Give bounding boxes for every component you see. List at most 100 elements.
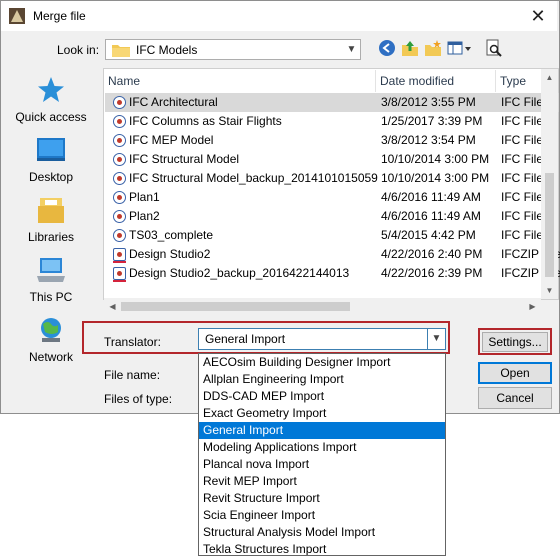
close-icon: ✕ <box>530 6 546 26</box>
chevron-down-icon[interactable]: ▼ <box>343 40 360 59</box>
file-name: TS03_complete <box>129 228 214 242</box>
ifc-file-icon <box>113 172 126 185</box>
column-divider[interactable] <box>375 70 376 92</box>
scroll-down-arrow-icon[interactable]: ▼ <box>541 282 558 299</box>
ifc-file-icon <box>113 96 126 109</box>
network-icon <box>36 316 66 344</box>
place-libraries[interactable]: Libraries <box>6 196 96 252</box>
ifc-file-icon <box>113 115 126 128</box>
translator-dropdown[interactable]: General Import ▼ <box>198 328 446 350</box>
place-label: Desktop <box>28 170 74 184</box>
window-title: Merge file <box>33 9 86 23</box>
scroll-thumb[interactable] <box>545 173 554 277</box>
close-button[interactable]: ✕ <box>521 3 555 29</box>
file-row[interactable]: IFC Columns as Stair Flights 1/25/2017 3:… <box>105 112 559 131</box>
ifc-file-icon <box>113 210 126 223</box>
look-in-dropdown[interactable]: IFC Models ▼ <box>105 39 361 60</box>
scroll-thumb[interactable] <box>121 302 350 311</box>
file-row[interactable]: Plan2 4/6/2016 11:49 AM IFC Files <box>105 207 559 226</box>
place-label: Libraries <box>27 230 75 244</box>
file-row[interactable]: Design Studio24/22/2016 2:40 PMIFCZIP Fi… <box>105 245 560 264</box>
settings-button[interactable]: Settings... <box>482 332 548 352</box>
chevron-down-icon[interactable]: ▼ <box>427 329 445 349</box>
file-name: Plan2 <box>129 209 160 223</box>
file-date: 4/6/2016 11:49 AM <box>381 209 481 223</box>
translator-label: Translator: <box>104 335 161 349</box>
ifc-file-icon <box>113 134 126 147</box>
file-name: IFC Architectural <box>129 95 218 109</box>
translator-options-list[interactable]: AECOsim Building Designer Import Allplan … <box>198 353 446 556</box>
translator-option[interactable]: General Import <box>199 422 445 439</box>
file-row[interactable]: Design Studio2_backup_2016422144013 4/22/… <box>105 264 560 283</box>
place-this-pc[interactable]: This PC <box>6 256 96 312</box>
computer-icon <box>36 256 66 284</box>
star-icon <box>36 76 66 104</box>
open-button[interactable]: Open <box>478 362 552 384</box>
file-name: Design Studio2 <box>129 247 211 261</box>
files-of-type-label: Files of type: <box>104 392 173 406</box>
column-header-date[interactable]: Date modified <box>380 70 454 92</box>
app-icon <box>9 8 25 24</box>
horizontal-scrollbar[interactable]: ◀ ▶ <box>104 298 541 315</box>
translator-option[interactable]: DDS-CAD MEP Import <box>199 388 445 405</box>
file-name: Design Studio2_backup_2016422144013 <box>129 266 350 280</box>
file-name: IFC Structural Model_backup_201410101505… <box>129 171 378 185</box>
ifc-file-icon <box>113 229 126 242</box>
ifc-file-icon <box>113 153 126 166</box>
translator-option[interactable]: Exact Geometry Import <box>199 405 445 422</box>
ifc-file-icon <box>113 191 126 204</box>
title-bar[interactable]: Merge file ✕ <box>1 1 557 31</box>
column-header-name[interactable]: Name <box>108 70 140 92</box>
file-row[interactable]: Plan1 4/6/2016 11:49 AM IFC Files <box>105 188 559 207</box>
translator-option[interactable]: Structural Analysis Model Import <box>199 524 445 541</box>
file-date: 5/4/2015 4:42 PM <box>381 228 476 242</box>
file-row[interactable]: TS03_complete 5/4/2015 4:42 PM IFC Files <box>105 226 559 245</box>
file-name-label: File name: <box>104 368 161 382</box>
place-quick-access[interactable]: Quick access <box>6 76 96 132</box>
up-folder-icon[interactable] <box>399 39 421 59</box>
look-in-value: IFC Models <box>136 43 198 57</box>
file-name: Plan1 <box>129 190 160 204</box>
file-date: 10/10/2014 3:00 PM <box>381 171 490 185</box>
translator-option[interactable]: Allplan Engineering Import <box>199 371 445 388</box>
cancel-button[interactable]: Cancel <box>478 387 552 409</box>
translator-option[interactable]: Tekla Structures Import <box>199 541 445 555</box>
file-row[interactable]: IFC Structural Model_backup_201410101505… <box>105 169 559 188</box>
file-date: 4/6/2016 11:49 AM <box>381 190 481 204</box>
file-date: 4/22/2016 2:39 PM <box>381 266 483 280</box>
translator-option[interactable]: AECOsim Building Designer Import <box>199 354 445 371</box>
place-desktop[interactable]: Desktop <box>6 136 96 192</box>
scroll-right-arrow-icon[interactable]: ▶ <box>524 298 541 315</box>
scroll-left-arrow-icon[interactable]: ◀ <box>104 298 121 315</box>
folder-icon <box>112 43 130 60</box>
file-name: IFC MEP Model <box>129 133 214 147</box>
file-row[interactable]: IFC MEP Model 3/8/2012 3:54 PM IFC Files <box>105 131 559 150</box>
translator-option[interactable]: Modeling Applications Import <box>199 439 445 456</box>
back-icon[interactable] <box>376 39 398 59</box>
libraries-icon <box>36 196 66 224</box>
file-date: 3/8/2012 3:55 PM <box>381 95 476 109</box>
file-row[interactable]: IFC Structural Model 10/10/2014 3:00 PM IF… <box>105 150 559 169</box>
ifczip-file-icon <box>113 267 126 282</box>
translator-option[interactable]: Revit MEP Import <box>199 473 445 490</box>
preview-icon[interactable] <box>483 39 505 59</box>
file-name: IFC Columns as Stair Flights <box>129 114 282 128</box>
file-date: 4/22/2016 2:40 PM <box>381 247 483 261</box>
file-row[interactable]: IFC Architectural 3/8/2012 3:55 PM IFC Fil… <box>105 93 559 112</box>
ifczip-file-icon <box>113 248 126 263</box>
desktop-icon <box>36 136 66 164</box>
file-name: IFC Structural Model <box>129 152 240 166</box>
file-list[interactable]: Name Date modified Type IFC Architectura… <box>103 68 560 300</box>
file-date: 10/10/2014 3:00 PM <box>381 152 490 166</box>
scroll-up-arrow-icon[interactable]: ▲ <box>541 69 558 86</box>
translator-option[interactable]: Plancal nova Import <box>199 456 445 473</box>
place-label: Quick access <box>15 110 87 124</box>
translator-option[interactable]: Scia Engineer Import <box>199 507 445 524</box>
vertical-scrollbar[interactable]: ▲ ▼ <box>541 69 558 299</box>
new-folder-icon[interactable] <box>422 39 444 59</box>
column-divider[interactable] <box>495 70 496 92</box>
translator-option[interactable]: Revit Structure Import <box>199 490 445 507</box>
column-header-type[interactable]: Type <box>500 70 526 92</box>
look-in-label: Look in: <box>57 43 100 57</box>
view-menu-icon[interactable] <box>446 39 474 59</box>
